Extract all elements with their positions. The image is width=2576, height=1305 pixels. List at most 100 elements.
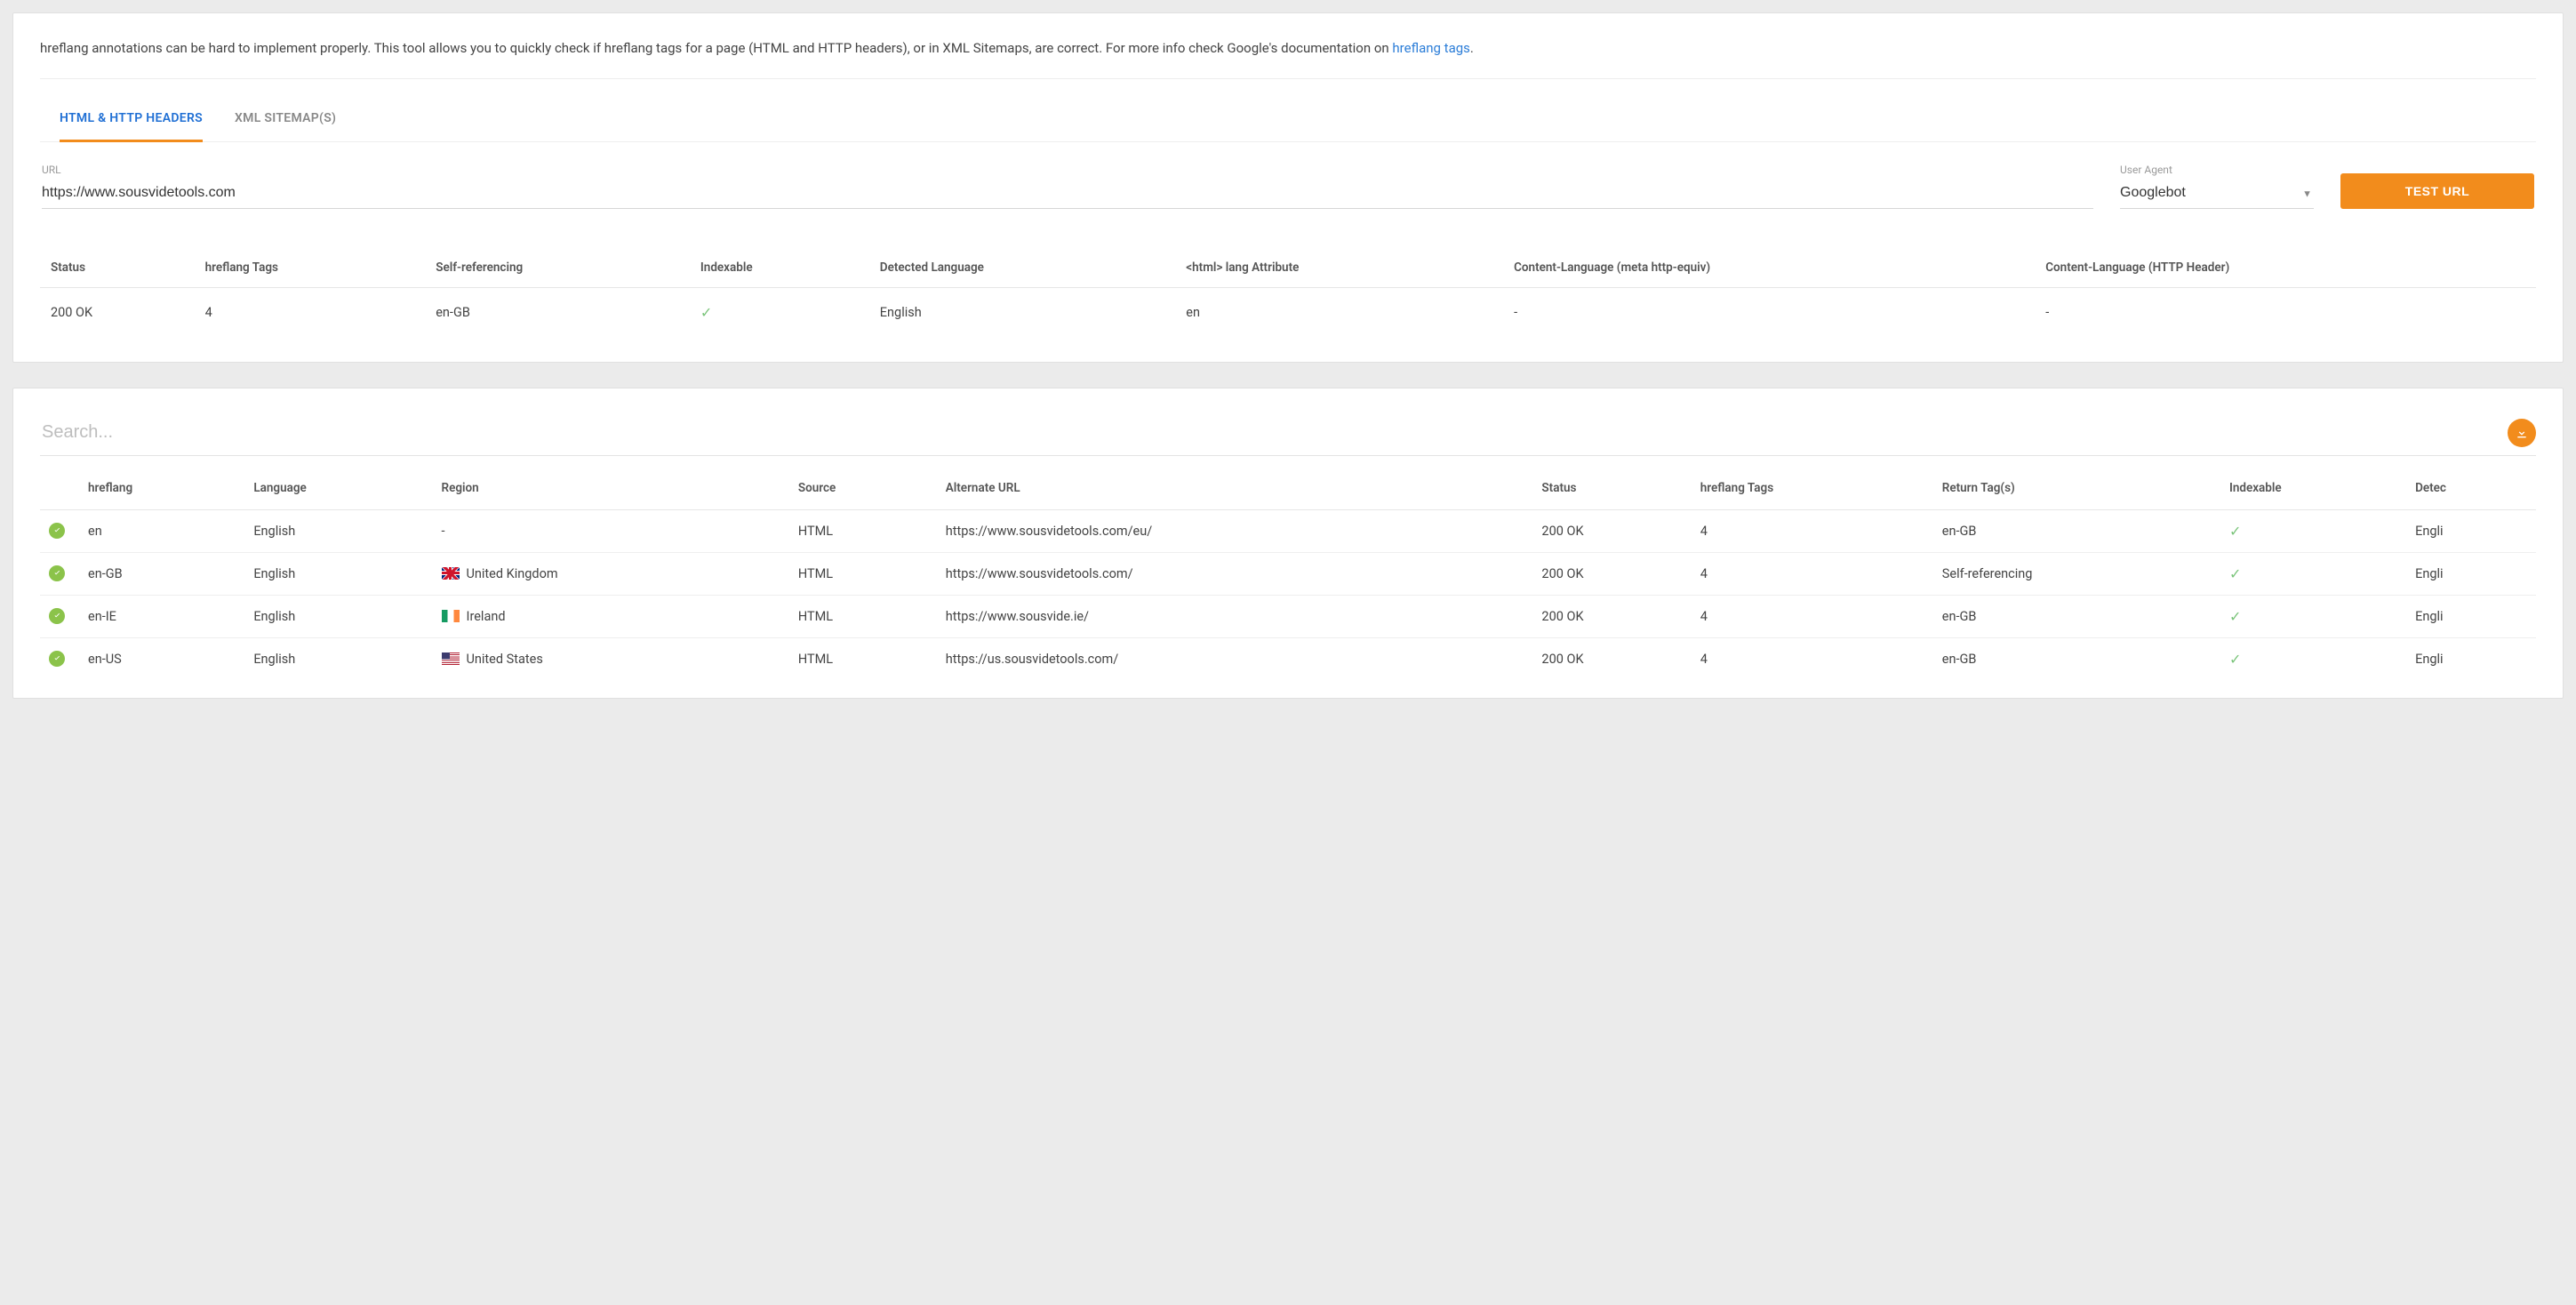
cell-tags: 4 (1692, 552, 1933, 595)
cell-detected: Engli (2406, 637, 2536, 680)
cell-detected: Engli (2406, 552, 2536, 595)
user-agent-select[interactable] (2120, 180, 2314, 209)
user-agent-select-wrap: ▼ (2120, 180, 2314, 209)
intro-text-after: . (1470, 40, 1474, 56)
ok-icon (49, 565, 65, 581)
cell-ok (40, 637, 79, 680)
cell-language: English (244, 637, 432, 680)
col-return-tags: Return Tag(s) (1933, 468, 2220, 510)
cell-detlang: English (869, 287, 1175, 337)
cell-status: 200 OK (1532, 552, 1691, 595)
col-indexable: Indexable (2220, 468, 2406, 510)
cell-tags: 4 (195, 287, 426, 337)
col-detected-language: Detected Language (869, 252, 1175, 288)
cell-alturl: https://www.sousvidetools.com/eu/ (937, 509, 1533, 552)
user-agent-label: User Agent (2120, 164, 2314, 176)
cell-source: HTML (789, 595, 937, 637)
col-language: Language (244, 468, 432, 510)
download-icon (2515, 426, 2529, 440)
cell-language: English (244, 509, 432, 552)
check-icon: ✓ (700, 304, 712, 321)
ok-icon (49, 608, 65, 624)
col-hreflang: hreflang (79, 468, 244, 510)
col-meta-content-language: Content-Language (meta http-equiv) (1503, 252, 2035, 288)
cell-alturl: https://www.sousvide.ie/ (937, 595, 1533, 637)
cell-region: United States (433, 637, 789, 680)
cell-metacl: - (1503, 287, 2035, 337)
cell-returntags: en-GB (1933, 595, 2220, 637)
cell-indexable: ✓ (2220, 509, 2406, 552)
cell-hreflang: en-IE (79, 595, 244, 637)
table-row: enEnglish-HTMLhttps://www.sousvidetools.… (40, 509, 2536, 552)
cell-tags: 4 (1692, 595, 1933, 637)
intro-text-before: hreflang annotations can be hard to impl… (40, 40, 1392, 56)
cell-status: 200 OK (1532, 509, 1691, 552)
cell-status: 200 OK (40, 287, 195, 337)
ok-icon (49, 523, 65, 539)
col-hreflang-tags: hreflang Tags (1692, 468, 1933, 510)
cell-indexable: ✓ (690, 287, 869, 337)
results-table: hreflang Language Region Source Alternat… (40, 468, 2536, 680)
results-card: hreflang Language Region Source Alternat… (12, 388, 2564, 699)
cell-returntags: en-GB (1933, 509, 2220, 552)
cell-alturl: https://us.sousvidetools.com/ (937, 637, 1533, 680)
cell-source: HTML (789, 552, 937, 595)
cell-selfref: en-GB (425, 287, 690, 337)
cell-returntags: en-GB (1933, 637, 2220, 680)
cell-ok (40, 552, 79, 595)
url-input[interactable] (42, 180, 2093, 209)
check-icon: ✓ (2229, 608, 2241, 625)
col-http-content-language: Content-Language (HTTP Header) (2035, 252, 2536, 288)
url-label: URL (42, 164, 2093, 176)
cell-region: Ireland (433, 595, 789, 637)
cell-indexable: ✓ (2220, 552, 2406, 595)
cell-source: HTML (789, 509, 937, 552)
cell-status: 200 OK (1532, 595, 1691, 637)
tabs: HTML & HTTP HEADERS XML SITEMAP(S) (40, 97, 2536, 142)
cell-language: English (244, 552, 432, 595)
results-table-wrap: hreflang Language Region Source Alternat… (40, 468, 2536, 680)
hreflang-docs-link[interactable]: hreflang tags (1392, 40, 1470, 56)
ok-icon (49, 651, 65, 667)
intro-text: hreflang annotations can be hard to impl… (40, 38, 2536, 79)
summary-table: Status hreflang Tags Self-referencing In… (40, 252, 2536, 337)
col-detected: Detec (2406, 468, 2536, 510)
download-button[interactable] (2508, 419, 2536, 447)
cell-detected: Engli (2406, 509, 2536, 552)
col-region: Region (433, 468, 789, 510)
cell-tags: 4 (1692, 509, 1933, 552)
flag-icon (442, 567, 460, 580)
cell-tags: 4 (1692, 637, 1933, 680)
flag-icon (442, 610, 460, 622)
col-source: Source (789, 468, 937, 510)
cell-ok (40, 509, 79, 552)
cell-httpcl: - (2035, 287, 2536, 337)
summary-row: 200 OK 4 en-GB ✓ English en - - (40, 287, 2536, 337)
table-row: en-IEEnglishIrelandHTMLhttps://www.sousv… (40, 595, 2536, 637)
col-html-lang: <html> lang Attribute (1175, 252, 1503, 288)
check-icon: ✓ (2229, 523, 2241, 540)
cell-alturl: https://www.sousvidetools.com/ (937, 552, 1533, 595)
cell-ok (40, 595, 79, 637)
user-agent-field-wrap: User Agent ▼ (2120, 164, 2314, 209)
col-alternate-url: Alternate URL (937, 468, 1533, 510)
col-ok (40, 468, 79, 510)
cell-detected: Engli (2406, 595, 2536, 637)
search-input[interactable] (40, 413, 2497, 453)
cell-hreflang: en (79, 509, 244, 552)
cell-language: English (244, 595, 432, 637)
cell-hreflang: en-US (79, 637, 244, 680)
col-hreflang-tags: hreflang Tags (195, 252, 426, 288)
cell-source: HTML (789, 637, 937, 680)
tab-html-http-headers[interactable]: HTML & HTTP HEADERS (60, 97, 203, 142)
col-self-referencing: Self-referencing (425, 252, 690, 288)
test-url-button[interactable]: TEST URL (2340, 173, 2534, 209)
check-icon: ✓ (2229, 651, 2241, 668)
cell-indexable: ✓ (2220, 637, 2406, 680)
cell-status: 200 OK (1532, 637, 1691, 680)
tab-xml-sitemaps[interactable]: XML SITEMAP(S) (235, 97, 336, 142)
flag-icon (442, 652, 460, 665)
check-icon: ✓ (2229, 565, 2241, 582)
cell-hreflang: en-GB (79, 552, 244, 595)
cell-returntags: Self-referencing (1933, 552, 2220, 595)
